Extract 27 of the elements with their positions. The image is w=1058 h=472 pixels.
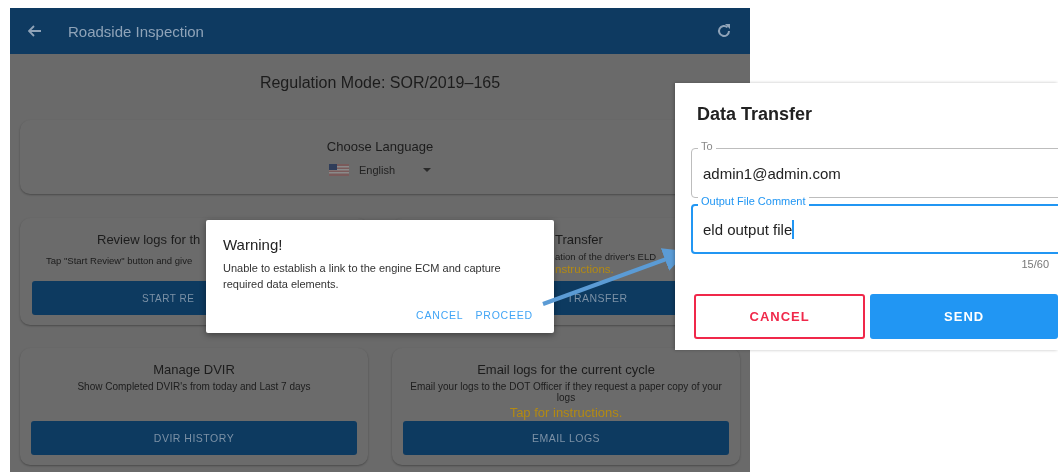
panel-title: Data Transfer	[697, 103, 814, 125]
back-arrow-icon[interactable]	[28, 25, 42, 37]
character-counter: 15/60	[1020, 258, 1050, 270]
dialog-button[interactable]: PROCEED	[471, 307, 537, 323]
flag-icon	[328, 163, 349, 176]
card-description: Email your logs to the DOT Officer if they request a paper copy of your logs	[409, 381, 723, 403]
dialog-title: Warning!	[223, 236, 284, 253]
card-title: Manage DVIR	[153, 362, 235, 377]
language-dropdown[interactable]: English	[358, 163, 396, 176]
language-heading: Choose Language	[326, 138, 434, 154]
refresh-icon[interactable]	[716, 23, 732, 39]
card-title: Review logs for th	[97, 232, 201, 247]
card-action-button[interactable]: EMAIL LOGS	[403, 421, 729, 455]
field-label: To	[698, 140, 716, 152]
send-button[interactable]: SEND	[870, 294, 1058, 339]
screen-title: Roadside Inspection	[68, 22, 204, 40]
card-action-button[interactable]: DVIR HISTORY	[31, 421, 357, 455]
card-description: Show Completed DVIR's from today and Last 7 days	[77, 381, 311, 392]
card-title: Email logs for the current cycle	[477, 362, 655, 377]
dialog-button[interactable]: CANCEL	[412, 307, 468, 323]
card-description: ation of the driver's ELD	[555, 251, 657, 262]
field-label: Output File Comment	[698, 195, 809, 207]
card-title: Transfer	[555, 232, 603, 247]
regulation-mode-heading: Regulation Mode: SOR/2019–165	[258, 73, 502, 93]
card-description: Tap "Start Review" button and give	[46, 255, 193, 266]
dropdown-caret-icon[interactable]	[423, 167, 432, 172]
cancel-button[interactable]: CANCEL	[694, 294, 866, 339]
